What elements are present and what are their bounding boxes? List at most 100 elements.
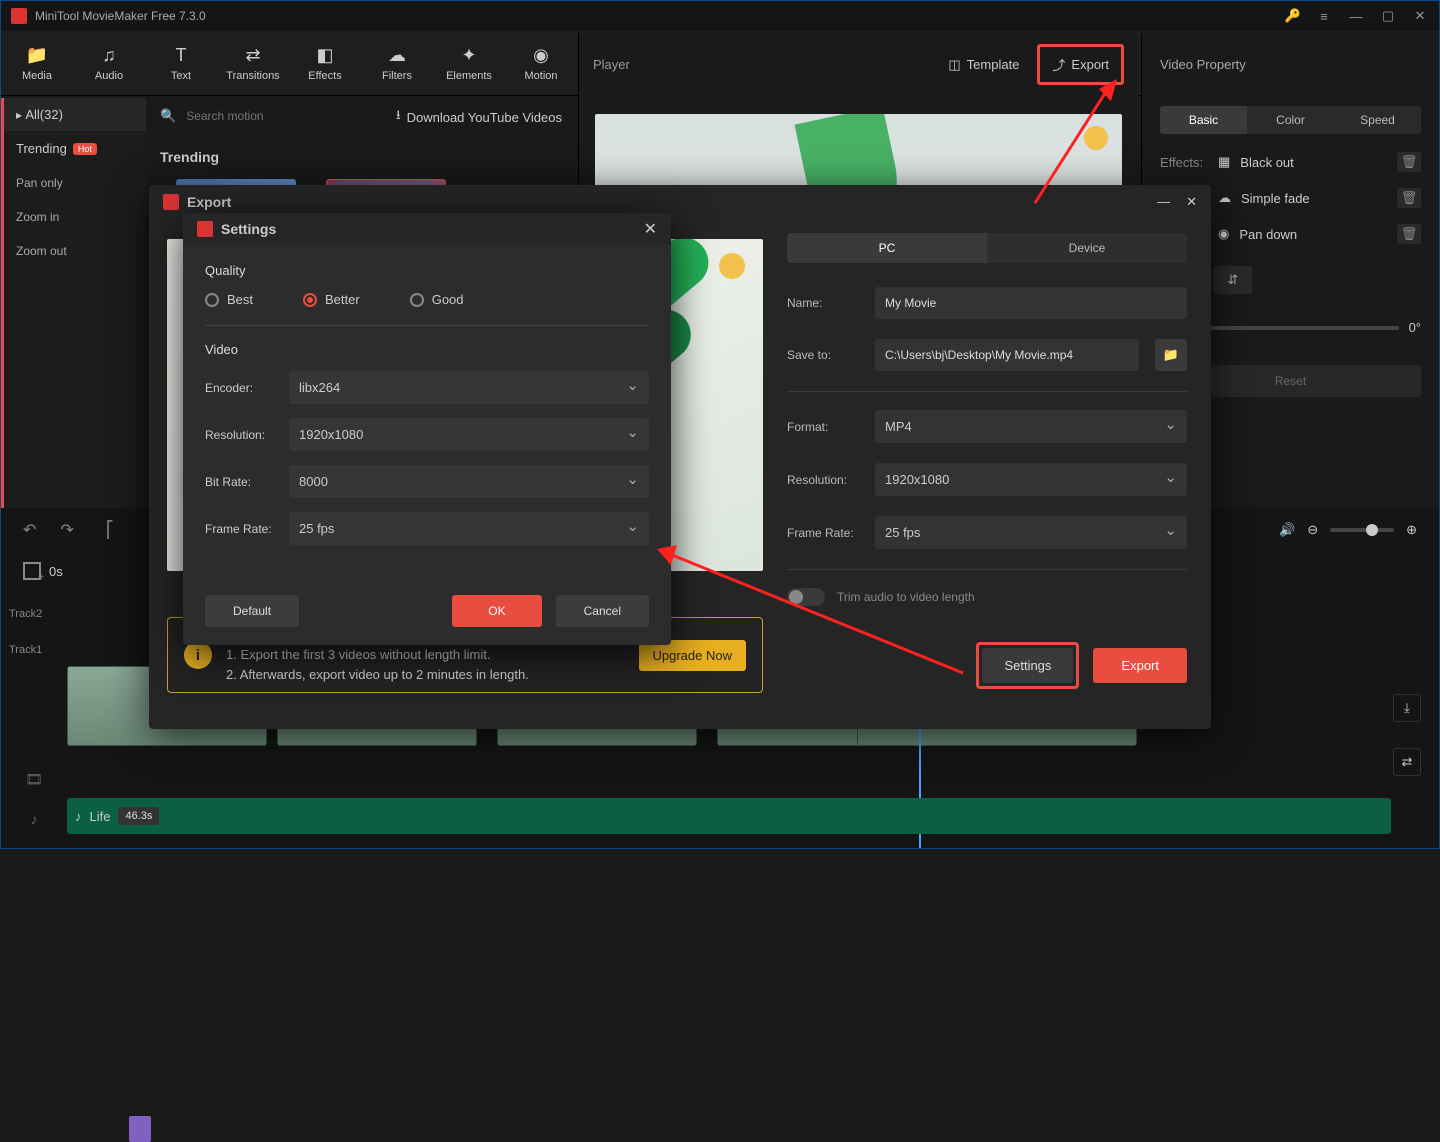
- clip-fragment[interactable]: [129, 1116, 151, 1142]
- tab-device[interactable]: Device: [987, 233, 1187, 263]
- effect-icon: ☁: [1218, 190, 1231, 206]
- tool-effects[interactable]: ◧Effects: [289, 31, 361, 95]
- quality-better-radio[interactable]: Better: [303, 292, 360, 307]
- quality-best-radio[interactable]: Best: [205, 292, 253, 307]
- audio-clip[interactable]: ♪ Life 46.3s: [67, 798, 1391, 834]
- undo-button[interactable]: ↶: [23, 520, 36, 540]
- resolution-select[interactable]: 1920x1080: [875, 463, 1187, 496]
- default-button[interactable]: Default: [205, 595, 299, 627]
- delete-effect-button[interactable]: 🗑: [1397, 224, 1421, 244]
- track2-label: Track2: [9, 608, 42, 620]
- format-select[interactable]: MP4: [875, 410, 1187, 443]
- frame-rate-select[interactable]: 25 fps: [875, 516, 1187, 549]
- effects-label: Effects:: [1160, 155, 1208, 170]
- sidebar-item-trending[interactable]: TrendingHot: [4, 131, 146, 166]
- tab-basic[interactable]: Basic: [1160, 106, 1247, 134]
- dialog-logo-icon: [197, 221, 213, 237]
- filters-icon: ☁: [388, 45, 406, 66]
- browse-folder-button[interactable]: 📁: [1155, 339, 1187, 371]
- transition-icon: ⇄: [245, 45, 260, 66]
- frame-rate-label: Frame Rate:: [787, 526, 865, 540]
- dialog-minimize-icon[interactable]: —: [1157, 194, 1170, 210]
- tool-motion[interactable]: ◉Motion: [505, 31, 577, 95]
- audio-track-icon: ♪: [23, 808, 45, 830]
- zoom-in-icon[interactable]: ⊕: [1406, 522, 1417, 538]
- minimize-icon[interactable]: —: [1347, 7, 1365, 25]
- maximize-icon[interactable]: ▢: [1379, 7, 1397, 25]
- download-youtube-link[interactable]: ⭳Download YouTube Videos: [396, 106, 562, 128]
- tool-audio[interactable]: ♫Audio: [73, 31, 145, 95]
- export-button[interactable]: ⤴Export: [1037, 44, 1124, 85]
- video-heading: Video: [205, 342, 649, 357]
- tab-speed[interactable]: Speed: [1334, 106, 1421, 134]
- timeline-duration: 0s: [49, 564, 63, 579]
- dialog-logo-icon: [163, 194, 179, 210]
- app-title: MiniTool MovieMaker Free 7.3.0: [35, 9, 206, 23]
- resolution-select[interactable]: 1920x1080: [289, 418, 649, 451]
- tool-filters[interactable]: ☁Filters: [361, 31, 433, 95]
- elements-icon: ✦: [461, 45, 476, 66]
- add-media-icon[interactable]: [23, 562, 41, 580]
- cancel-button[interactable]: Cancel: [556, 595, 649, 627]
- template-button[interactable]: ◫Template: [948, 57, 1019, 73]
- sidebar-item-pan-only[interactable]: Pan only: [4, 166, 146, 200]
- tool-transitions[interactable]: ⇄Transitions: [217, 31, 289, 95]
- trim-audio-toggle[interactable]: [787, 588, 825, 606]
- limitation-line1: 1. Export the first 3 videos without len…: [226, 645, 625, 666]
- dialog-close-icon[interactable]: ✕: [1186, 194, 1197, 210]
- settings-close-icon[interactable]: ✕: [644, 219, 657, 239]
- motion-sidebar: ▸ All(32) TrendingHot Pan only Zoom in Z…: [1, 98, 146, 508]
- flip-vertical-button[interactable]: ⇵: [1214, 266, 1252, 294]
- quality-heading: Quality: [205, 263, 649, 278]
- settings-button[interactable]: Settings: [982, 648, 1073, 683]
- bit-rate-select[interactable]: 8000: [289, 465, 649, 498]
- folder-icon: 📁: [1163, 347, 1179, 363]
- export-target-tabs: PC Device: [787, 233, 1187, 263]
- tool-text[interactable]: TText: [145, 31, 217, 95]
- redo-button[interactable]: ↷: [60, 520, 73, 540]
- audio-volume-icon[interactable]: 🔊: [1279, 522, 1295, 538]
- crop-button[interactable]: ⎡: [106, 520, 114, 540]
- tab-pc[interactable]: PC: [787, 233, 987, 263]
- effect-name: Pan down: [1239, 227, 1297, 242]
- frame-rate-select[interactable]: 25 fps: [289, 512, 649, 545]
- effect-name: Simple fade: [1241, 191, 1310, 206]
- bit-rate-label: Bit Rate:: [205, 475, 279, 489]
- save-to-label: Save to:: [787, 348, 865, 362]
- download-track-icon[interactable]: ⤓: [1393, 694, 1421, 722]
- name-input[interactable]: [875, 287, 1187, 319]
- swap-track-icon[interactable]: ⇄: [1393, 748, 1421, 776]
- zoom-out-icon[interactable]: ⊖: [1307, 522, 1318, 538]
- music-icon: ♫: [102, 45, 116, 66]
- frame-rate-label: Frame Rate:: [205, 522, 279, 536]
- save-to-input[interactable]: [875, 339, 1139, 371]
- search-icon: 🔍: [160, 108, 176, 124]
- upgrade-key-icon[interactable]: 🔑: [1285, 8, 1301, 24]
- tool-elements[interactable]: ✦Elements: [433, 31, 505, 95]
- tool-media[interactable]: 📁Media: [1, 31, 73, 95]
- menu-icon[interactable]: ≡: [1315, 7, 1333, 25]
- track1-label: Track1: [9, 644, 42, 656]
- ok-button[interactable]: OK: [452, 595, 541, 627]
- encoder-select[interactable]: libx264: [289, 371, 649, 404]
- effect-icon: ◉: [1218, 226, 1229, 242]
- export-dialog-title: Export: [187, 194, 231, 210]
- quality-good-radio[interactable]: Good: [410, 292, 464, 307]
- tab-color[interactable]: Color: [1247, 106, 1334, 134]
- delete-effect-button[interactable]: 🗑: [1397, 152, 1421, 172]
- settings-dialog-title: Settings: [221, 221, 276, 237]
- radio-icon: [410, 293, 424, 307]
- property-title: Video Property: [1142, 33, 1439, 96]
- sidebar-all[interactable]: ▸ All(32): [4, 98, 146, 131]
- delete-effect-button[interactable]: 🗑: [1397, 188, 1421, 208]
- zoom-slider[interactable]: [1330, 528, 1394, 532]
- trim-audio-label: Trim audio to video length: [837, 590, 975, 604]
- close-icon[interactable]: ✕: [1411, 7, 1429, 25]
- export-confirm-button[interactable]: Export: [1093, 648, 1187, 683]
- text-icon: T: [176, 45, 187, 66]
- radio-icon: [303, 293, 317, 307]
- sidebar-item-zoom-in[interactable]: Zoom in: [4, 200, 146, 234]
- resolution-label: Resolution:: [787, 473, 865, 487]
- property-tabs: Basic Color Speed: [1160, 106, 1421, 134]
- sidebar-item-zoom-out[interactable]: Zoom out: [4, 234, 146, 268]
